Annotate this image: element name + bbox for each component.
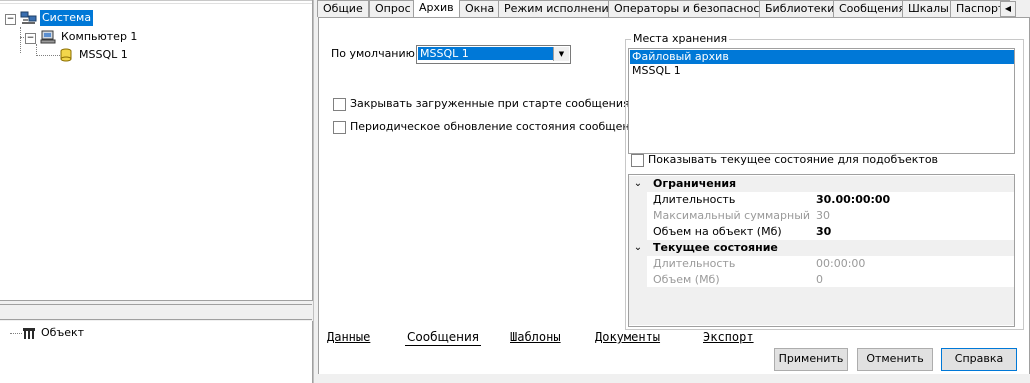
grid-category-label: Ограничения bbox=[653, 177, 737, 190]
collapse-icon[interactable]: − bbox=[25, 33, 36, 44]
tab-general[interactable]: Общие bbox=[317, 0, 369, 17]
pane-splitter[interactable] bbox=[0, 301, 313, 321]
chevron-down-icon[interactable]: ⌄ bbox=[629, 240, 647, 256]
chevron-down-icon[interactable]: ⌄ bbox=[629, 176, 647, 192]
tree-node-label: Компьютер 1 bbox=[61, 30, 138, 43]
tree-node-label: Система bbox=[40, 10, 94, 26]
default-storage-value: MSSQL 1 bbox=[418, 47, 554, 60]
grid-gutter bbox=[629, 256, 647, 272]
grid-gutter bbox=[629, 224, 647, 240]
tab-execution-mode[interactable]: Режим исполнения bbox=[498, 0, 622, 17]
tree-connector bbox=[10, 333, 22, 334]
bottom-tab-templates[interactable]: Шаблоны bbox=[508, 330, 563, 345]
checkbox-label: Показывать текущее состояние для подобъе… bbox=[648, 153, 939, 166]
tab-libraries[interactable]: Библиотеки bbox=[759, 0, 841, 17]
storage-group-title: Места хранения bbox=[631, 32, 730, 45]
window-bottom-edge bbox=[318, 374, 1030, 383]
bottom-tab-documents[interactable]: Документы bbox=[593, 330, 662, 345]
grid-gutter bbox=[629, 192, 647, 208]
grid-row[interactable]: Длительность 00:00:00 bbox=[629, 256, 1014, 272]
help-button[interactable]: Справка bbox=[941, 348, 1017, 371]
checkbox-box[interactable] bbox=[333, 121, 346, 134]
settings-tab-bar: Общие Опрос Архив Окна Режим исполнения … bbox=[317, 0, 1030, 17]
grid-property-name: Длительность bbox=[653, 257, 736, 270]
grid-category-current-state[interactable]: ⌄ Текущее состояние bbox=[629, 240, 1014, 256]
tree-node-label: MSSQL 1 bbox=[79, 48, 128, 61]
checkbox-label: Закрывать загруженные при старте сообщен… bbox=[350, 97, 630, 110]
checkbox-label: Периодическое обновление состояния сообщ… bbox=[350, 120, 644, 133]
tab-archive[interactable]: Архив bbox=[413, 0, 460, 17]
tree-node-computer[interactable]: − Компьютер 1 bbox=[0, 29, 300, 45]
bottom-tab-export[interactable]: Экспорт bbox=[701, 330, 756, 345]
properties-item-label: Объект bbox=[41, 326, 85, 339]
tab-windows[interactable]: Окна bbox=[459, 0, 501, 17]
tab-scroll-left-icon[interactable]: ◀ bbox=[1000, 1, 1016, 17]
property-grid: ⌄ Ограничения Длительность 30.00:00:00 М… bbox=[628, 174, 1015, 327]
tab-scales[interactable]: Шкалы bbox=[902, 0, 955, 17]
tree-top-border bbox=[0, 0, 312, 1]
tab-polling[interactable]: Опрос bbox=[369, 0, 417, 17]
grid-row[interactable]: Длительность 30.00:00:00 bbox=[629, 192, 1014, 208]
computer-icon bbox=[40, 30, 56, 44]
network-computers-icon bbox=[20, 11, 37, 24]
collapse-icon[interactable]: − bbox=[5, 14, 16, 25]
grid-property-value[interactable]: 30.00:00:00 bbox=[816, 192, 890, 208]
grid-property-value: 00:00:00 bbox=[816, 257, 866, 270]
default-storage-label: По умолчанию bbox=[331, 47, 415, 60]
tab-operators-security[interactable]: Операторы и безопасность bbox=[608, 0, 779, 17]
tab-messages[interactable]: Сообщения bbox=[833, 0, 912, 17]
checkbox-box[interactable] bbox=[631, 154, 644, 167]
tree-top-border-inner bbox=[0, 3, 312, 4]
bottom-tab-messages[interactable]: Сообщения bbox=[405, 330, 482, 346]
bottom-tab-data[interactable]: Данные bbox=[325, 330, 372, 345]
grid-category-limits[interactable]: ⌄ Ограничения bbox=[629, 176, 1014, 192]
chevron-down-icon[interactable]: ▼ bbox=[553, 47, 569, 61]
checkbox-box[interactable] bbox=[333, 98, 346, 111]
tree-node-system[interactable]: − Система bbox=[0, 10, 300, 26]
grid-property-name: Длительность bbox=[653, 193, 736, 206]
grid-gutter bbox=[629, 208, 647, 224]
object-icon bbox=[23, 328, 35, 339]
grid-property-value: 30 bbox=[816, 209, 830, 222]
property-description-area bbox=[629, 287, 1014, 325]
grid-row[interactable]: Объем (Мб) 0 bbox=[629, 272, 1014, 288]
grid-gutter bbox=[629, 272, 647, 288]
storage-item-file-archive[interactable]: Файловый архив bbox=[630, 50, 1014, 64]
grid-property-name: Объем на объект (Мб) bbox=[653, 225, 782, 238]
storage-item-mssql[interactable]: MSSQL 1 bbox=[630, 64, 1014, 78]
default-storage-select[interactable]: MSSQL 1 ▼ bbox=[416, 45, 571, 64]
grid-row[interactable]: Максимальный суммарный об 30 bbox=[629, 208, 1014, 224]
object-tree: − Система − Компьютер 1 MSSQL 1 bbox=[0, 0, 313, 301]
grid-category-label: Текущее состояние bbox=[653, 241, 778, 254]
grid-property-name: Объем (Мб) bbox=[653, 273, 720, 286]
grid-property-value[interactable]: 30 bbox=[816, 224, 831, 240]
storage-list[interactable]: Файловый архив MSSQL 1 bbox=[628, 48, 1015, 154]
cancel-button[interactable]: Отменить bbox=[857, 348, 933, 371]
grid-property-name: Максимальный суммарный об bbox=[653, 209, 813, 222]
object-properties-pane: Объект bbox=[0, 321, 313, 383]
database-icon bbox=[60, 48, 72, 62]
grid-property-value: 0 bbox=[816, 273, 823, 286]
properties-item-object[interactable]: Объект bbox=[22, 325, 222, 341]
tree-node-mssql[interactable]: MSSQL 1 bbox=[0, 47, 300, 63]
apply-button[interactable]: Применить bbox=[774, 348, 848, 371]
grid-row[interactable]: Объем на объект (Мб) 30 bbox=[629, 224, 1014, 240]
